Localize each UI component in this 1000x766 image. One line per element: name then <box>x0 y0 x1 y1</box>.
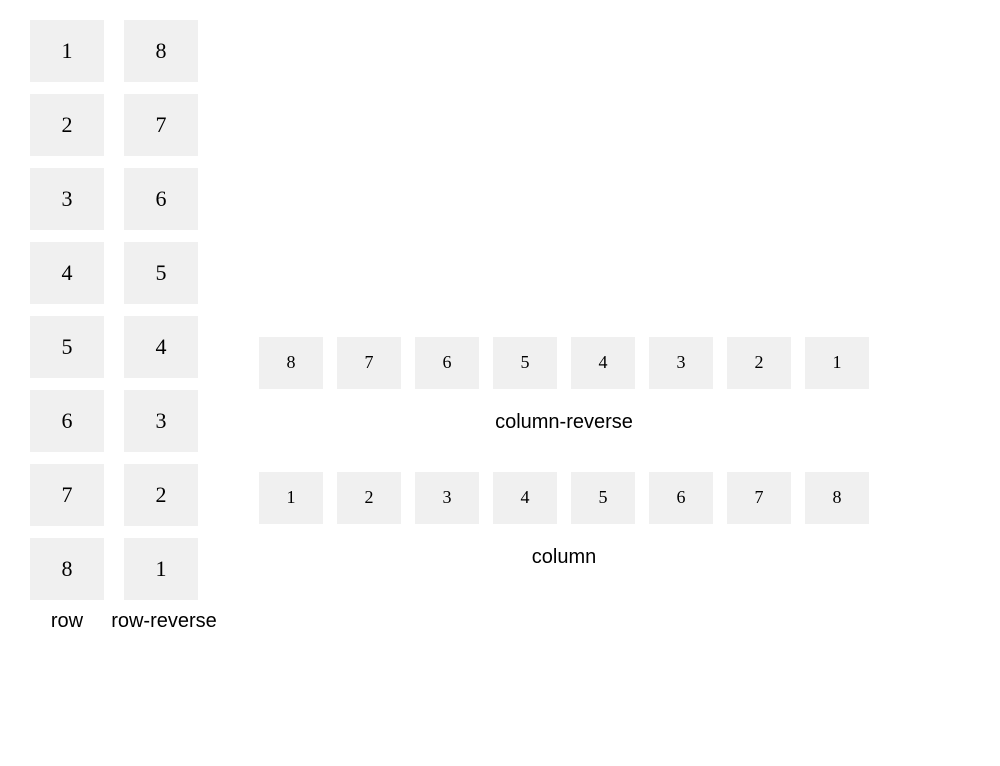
box-item: 4 <box>493 472 557 524</box>
box-item: 6 <box>649 472 713 524</box>
diagram-container: 1 2 3 4 5 6 7 8 8 7 6 5 4 3 2 1 row r <box>0 0 1000 653</box>
row-reverse-column: 8 7 6 5 4 3 2 1 <box>124 20 198 600</box>
box-item: 3 <box>415 472 479 524</box>
box-item: 6 <box>415 337 479 389</box>
box-item: 4 <box>571 337 635 389</box>
box-item: 2 <box>727 337 791 389</box>
left-section: 1 2 3 4 5 6 7 8 8 7 6 5 4 3 2 1 row r <box>30 20 224 633</box>
box-item: 2 <box>124 464 198 526</box>
column-reverse-label: column-reverse <box>259 411 869 434</box>
box-item: 3 <box>30 168 104 230</box>
column-row: 1 2 3 4 5 6 7 8 <box>259 472 869 524</box>
box-item: 3 <box>649 337 713 389</box>
box-item: 2 <box>30 94 104 156</box>
box-item: 1 <box>259 472 323 524</box>
box-item: 3 <box>124 390 198 452</box>
box-item: 2 <box>337 472 401 524</box>
row-label: row <box>30 610 104 633</box>
box-item: 7 <box>30 464 104 526</box>
row-column: 1 2 3 4 5 6 7 8 <box>30 20 104 600</box>
box-item: 1 <box>30 20 104 82</box>
box-item: 7 <box>124 94 198 156</box>
box-item: 6 <box>30 390 104 452</box>
column-label: column <box>259 546 869 569</box>
left-columns: 1 2 3 4 5 6 7 8 8 7 6 5 4 3 2 1 <box>30 20 224 600</box>
box-item: 4 <box>124 316 198 378</box>
left-labels: row row-reverse <box>30 610 224 633</box>
box-item: 8 <box>805 472 869 524</box>
box-item: 8 <box>30 538 104 600</box>
box-item: 5 <box>30 316 104 378</box>
box-item: 8 <box>259 337 323 389</box>
box-item: 1 <box>805 337 869 389</box>
column-reverse-row: 8 7 6 5 4 3 2 1 <box>259 337 869 389</box>
right-section: 8 7 6 5 4 3 2 1 column-reverse 1 2 3 4 5… <box>244 20 869 633</box>
box-item: 6 <box>124 168 198 230</box>
box-item: 5 <box>493 337 557 389</box>
row-reverse-label: row-reverse <box>104 610 224 633</box>
box-item: 8 <box>124 20 198 82</box>
box-item: 5 <box>571 472 635 524</box>
box-item: 7 <box>337 337 401 389</box>
box-item: 1 <box>124 538 198 600</box>
box-item: 7 <box>727 472 791 524</box>
box-item: 5 <box>124 242 198 304</box>
box-item: 4 <box>30 242 104 304</box>
